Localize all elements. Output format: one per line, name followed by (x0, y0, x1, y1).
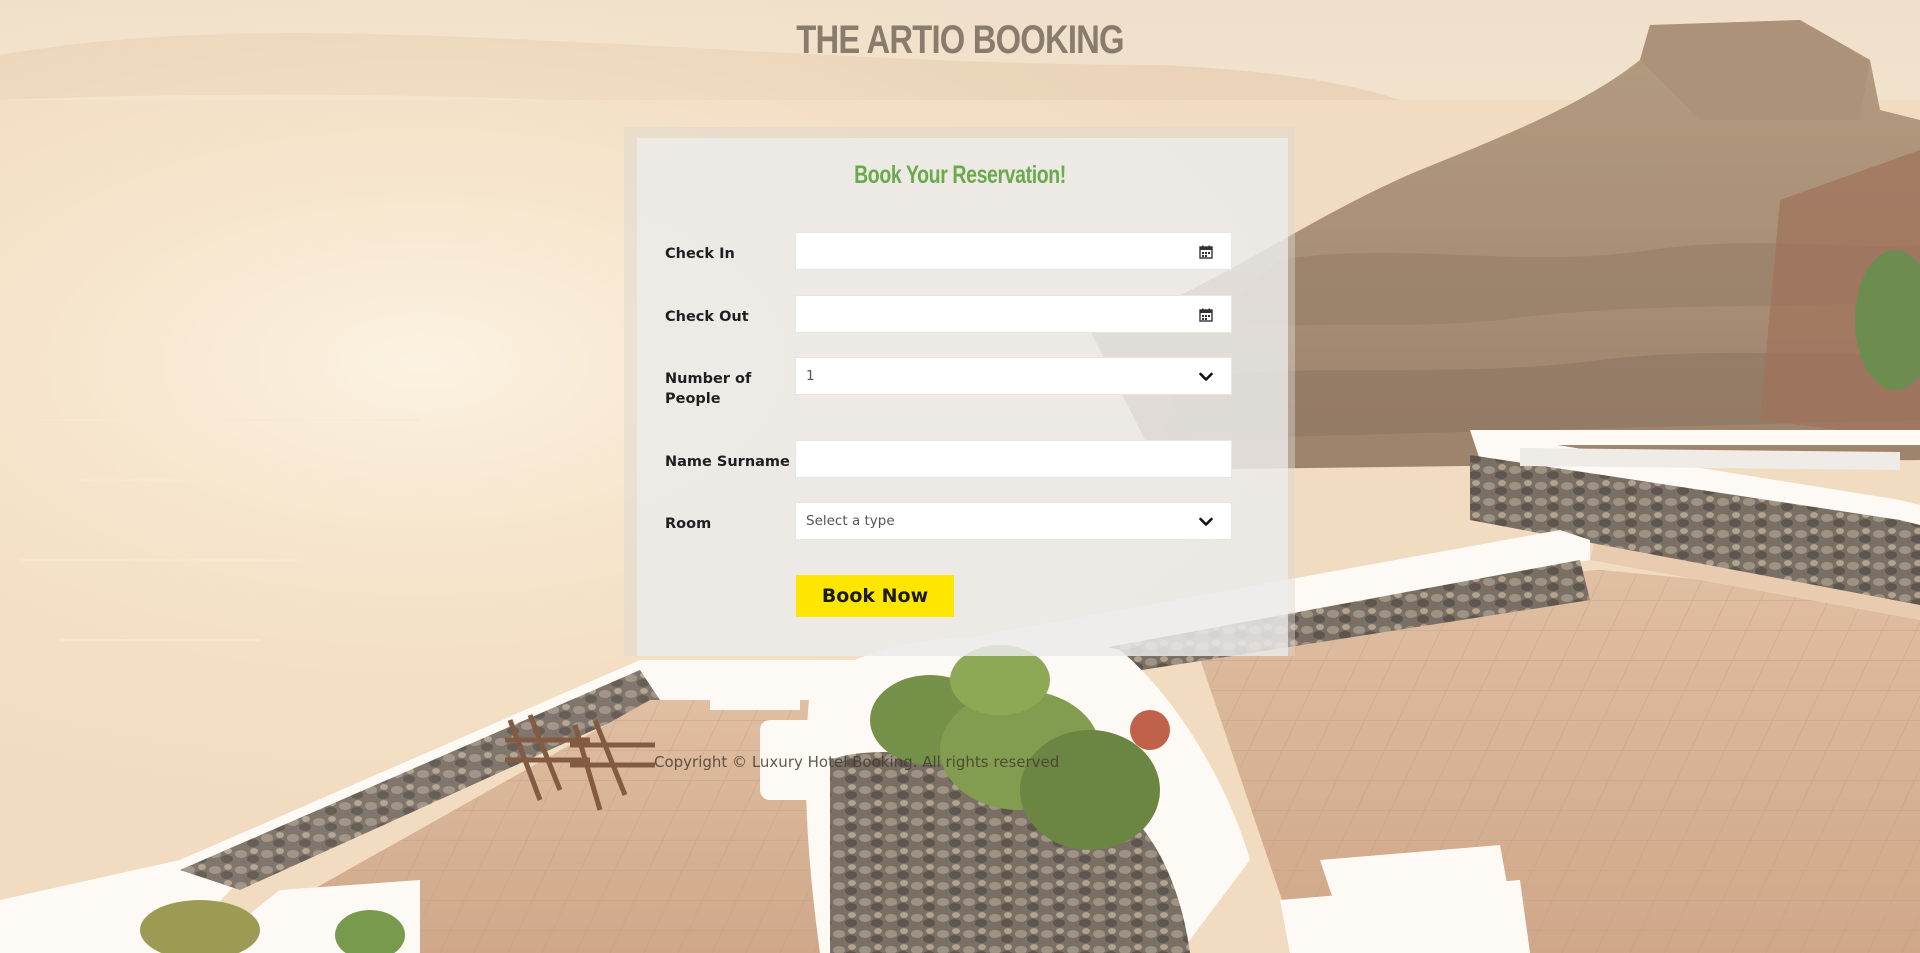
book-now-button[interactable]: Book Now (796, 575, 954, 617)
chevron-down-icon (1197, 368, 1215, 386)
people-label: Number of People (665, 371, 752, 407)
booking-form-heading: Book Your Reservation! (854, 161, 1066, 189)
check-in-field[interactable] (795, 232, 1232, 270)
check-out-label: Check Out (665, 309, 749, 325)
check-out-field[interactable] (795, 295, 1232, 333)
people-select[interactable]: 1 (795, 357, 1232, 395)
copyright-text: Copyright © Luxury Hotel Booking. All ri… (654, 753, 1060, 771)
site-title: THE ARTIO BOOKING (796, 18, 1124, 62)
room-selected-value: Select a type (806, 513, 895, 529)
name-surname-label: Name Surname (665, 454, 790, 470)
room-select[interactable]: Select a type (795, 502, 1232, 540)
room-label: Room (665, 516, 712, 532)
chevron-down-icon (1197, 513, 1215, 531)
calendar-icon[interactable] (1197, 243, 1215, 261)
name-surname-input[interactable] (795, 440, 1232, 478)
check-in-label: Check In (665, 246, 735, 262)
people-selected-value: 1 (806, 368, 815, 384)
calendar-icon[interactable] (1197, 306, 1215, 324)
